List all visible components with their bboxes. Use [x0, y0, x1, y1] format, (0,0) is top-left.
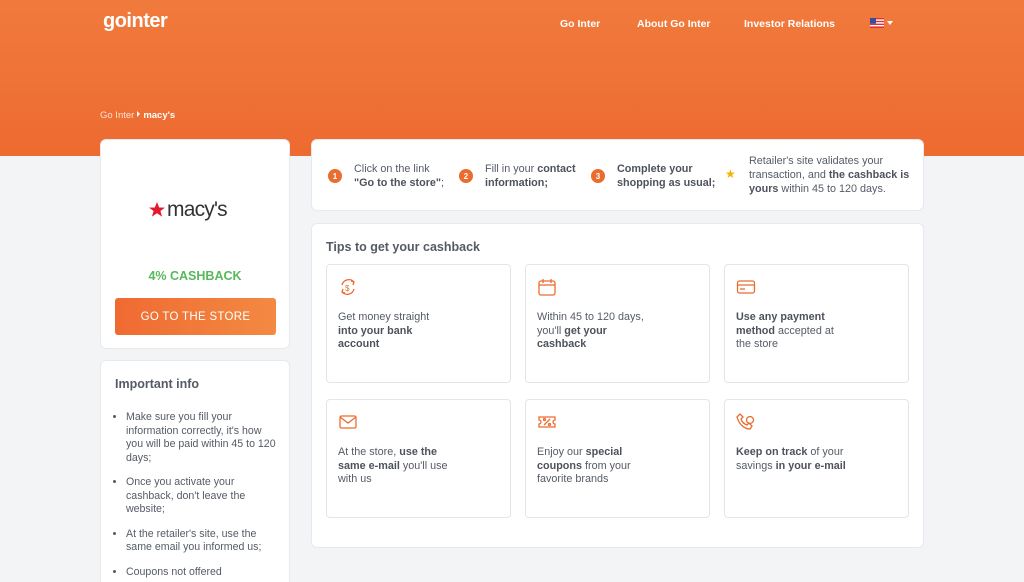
nav-about[interactable]: About Go Inter [637, 18, 711, 30]
site-logo[interactable]: gointer [103, 10, 168, 33]
tip-card: Enjoy our special coupons from your favo… [525, 399, 710, 518]
breadcrumb-home[interactable]: Go Inter [100, 110, 134, 121]
breadcrumb-current: macy's [143, 110, 176, 121]
tip-text: Within 45 to 120 days, you'll get your c… [537, 311, 644, 350]
tips-card: Tips to get your cashback $ Get money st… [311, 223, 924, 548]
step-4-text: Retailer's site validates your transacti… [749, 155, 910, 195]
tip-card: At the store, use the same e-mail you'll… [326, 399, 511, 518]
chevron-down-icon[interactable] [887, 21, 893, 25]
steps-card: 1 Click on the link "Go to the store"; 2 … [311, 139, 924, 211]
step-1-text: Click on the link "Go to the store"; [354, 163, 445, 189]
breadcrumb: Go Inter macy's [100, 110, 175, 121]
important-info-card: Important info Make sure you fill your i… [100, 360, 290, 582]
list-item: Make sure you fill your information corr… [126, 411, 276, 465]
tip-card: $ Get money straight into your bank acco… [326, 264, 511, 383]
calendar-icon [538, 279, 556, 296]
svg-text:$: $ [345, 284, 350, 293]
nav-go-inter[interactable]: Go Inter [560, 18, 600, 30]
step-number: 2 [459, 169, 473, 183]
macys-logo: macy's [149, 198, 228, 221]
tip-text: Keep on track of your savings in your e-… [736, 446, 846, 472]
us-flag-icon[interactable] [870, 18, 884, 28]
tip-card: Use any payment method accepted at the s… [724, 264, 909, 383]
important-info-title: Important info [115, 377, 200, 391]
coupon-icon [538, 416, 556, 428]
credit-card-icon [736, 280, 756, 294]
envelope-icon [339, 415, 357, 429]
step-3-text: Complete your shopping as usual; [617, 163, 716, 189]
step-number: 3 [591, 169, 605, 183]
tip-text: Get money straight into your bank accoun… [338, 311, 430, 350]
tip-text: Use any payment method accepted at the s… [736, 311, 834, 350]
list-item: Coupons not offered [126, 566, 276, 580]
star-icon: ★ [725, 167, 736, 181]
chevron-right-icon [137, 111, 141, 117]
store-card: macy's 4% CASHBACK GO TO THE STORE [100, 139, 290, 349]
tip-card: Within 45 to 120 days, you'll get your c… [525, 264, 710, 383]
tips-title: Tips to get your cashback [326, 240, 480, 254]
tracking-icon [736, 413, 755, 430]
tip-text: Enjoy our special coupons from your favo… [537, 446, 631, 485]
money-exchange-icon: $ [341, 279, 355, 295]
svg-text:macy's: macy's [167, 198, 227, 221]
list-item: Once you activate your cashback, don't l… [126, 476, 276, 517]
cashback-rate: 4% CASHBACK [148, 269, 242, 283]
step-number: 1 [328, 169, 342, 183]
list-item: At the retailer's site, use the same ema… [126, 528, 276, 555]
go-to-store-button[interactable]: GO TO THE STORE [115, 298, 276, 335]
nav-investor-relations[interactable]: Investor Relations [744, 18, 835, 30]
step-2-text: Fill in your contact information; [485, 163, 576, 189]
important-info-list: Make sure you fill your information corr… [126, 411, 276, 582]
tip-card: Keep on track of your savings in your e-… [724, 399, 909, 518]
tip-text: At the store, use the same e-mail you'll… [338, 446, 448, 485]
